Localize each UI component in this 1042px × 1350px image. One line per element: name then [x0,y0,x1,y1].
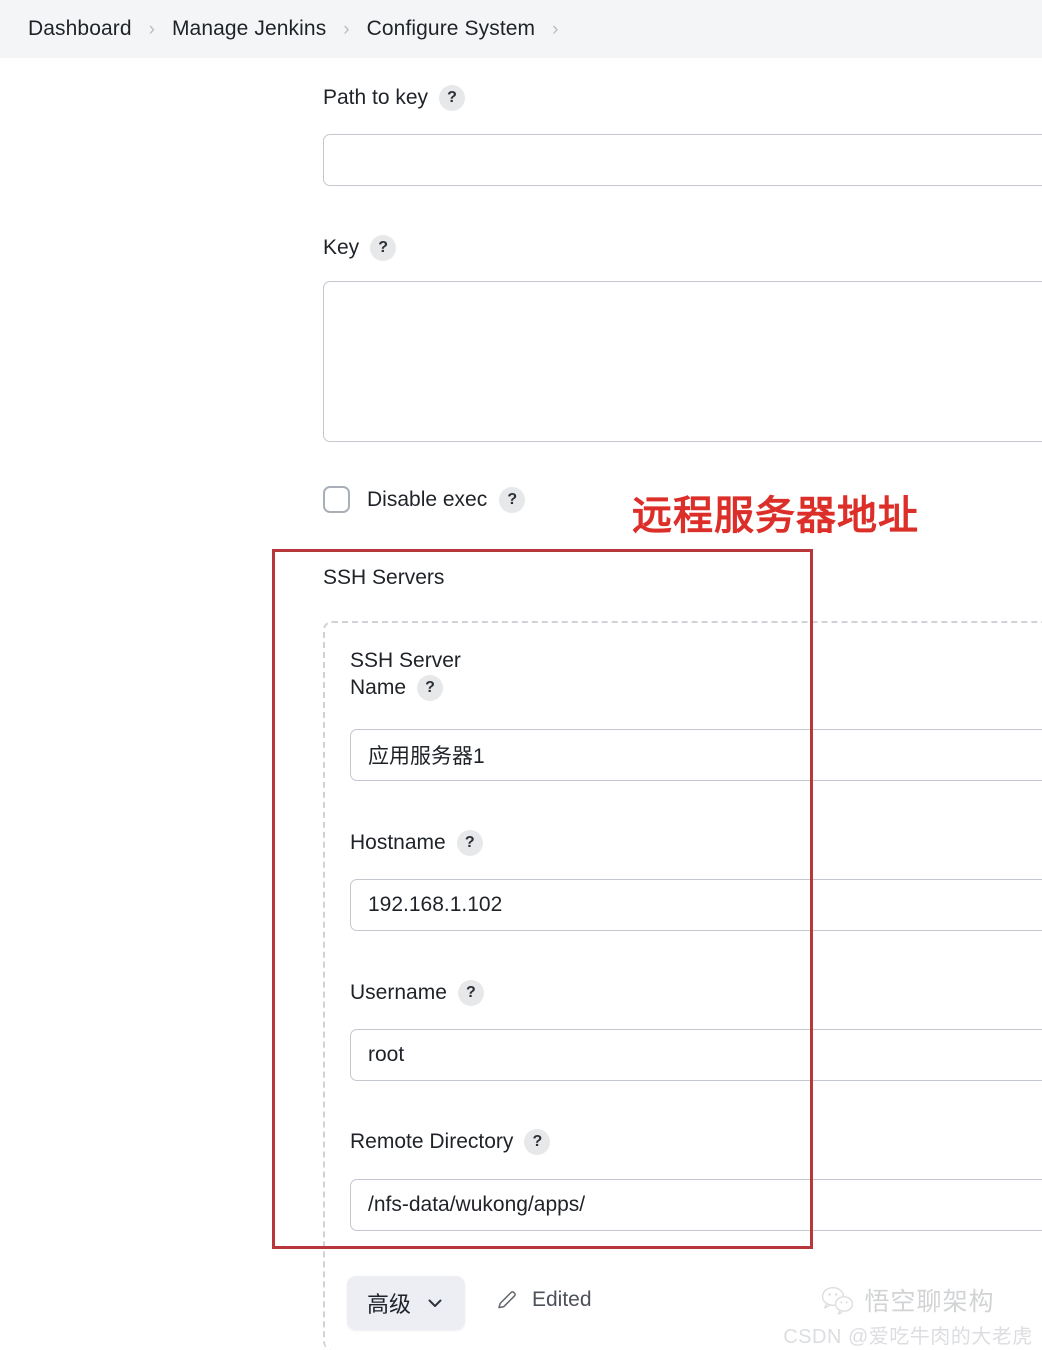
annotation-label: 远程服务器地址 [632,494,919,538]
disable-exec-checkbox[interactable] [323,486,350,513]
key-label-text: Key [323,236,360,259]
edited-label: Edited [532,1288,592,1311]
chevron-right-icon: › [343,18,350,40]
disable-exec-label: Disable exec ? [367,486,526,513]
advanced-button-label: 高级 [367,1292,412,1317]
help-icon[interactable]: ? [456,830,483,857]
breadcrumb: Dashboard › Manage Jenkins › Configure S… [0,0,1042,58]
help-icon[interactable]: ? [499,486,526,513]
hostname-label-text: Hostname [350,831,446,854]
disable-exec-row[interactable]: Disable exec ? [323,486,526,513]
path-to-key-label-text: Path to key [323,86,429,109]
username-label: Username ? [350,980,484,1007]
breadcrumb-item-configure-system[interactable]: Configure System [367,17,536,41]
remote-directory-input[interactable] [350,1179,1042,1231]
remote-directory-label-text: Remote Directory [350,1130,514,1153]
username-label-text: Username [350,981,447,1004]
hostname-input[interactable] [350,879,1042,931]
ssh-server-name-label: SSH Server Name ? [350,648,490,702]
hostname-label: Hostname ? [350,830,483,857]
edited-status: Edited [495,1288,592,1312]
path-to-key-input[interactable] [323,134,1042,186]
help-icon[interactable]: ? [439,85,466,112]
chevron-right-icon: › [148,18,155,40]
ssh-server-name-label-line1: SSH Server [350,649,461,672]
pencil-icon [498,1291,516,1309]
help-icon[interactable]: ? [457,980,484,1007]
key-textarea[interactable] [323,281,1042,442]
username-input[interactable] [350,1029,1042,1081]
ssh-servers-section-title: SSH Servers [323,566,445,589]
remote-directory-label: Remote Directory ? [350,1129,551,1156]
path-to-key-label: Path to key ? [323,85,466,112]
chevron-down-icon [428,1299,442,1307]
advanced-button[interactable]: 高级 [347,1276,466,1330]
chevron-right-icon: › [552,18,559,40]
ssh-server-name-label-line2: Name [350,675,407,699]
ssh-server-name-input[interactable] [350,729,1042,781]
key-label: Key ? [323,235,397,262]
help-icon[interactable]: ? [524,1129,551,1156]
breadcrumb-item-manage-jenkins[interactable]: Manage Jenkins [172,17,326,41]
help-icon[interactable]: ? [417,675,444,702]
breadcrumb-item-dashboard[interactable]: Dashboard [28,17,132,41]
disable-exec-label-text: Disable exec [367,487,488,511]
help-icon[interactable]: ? [370,235,397,262]
